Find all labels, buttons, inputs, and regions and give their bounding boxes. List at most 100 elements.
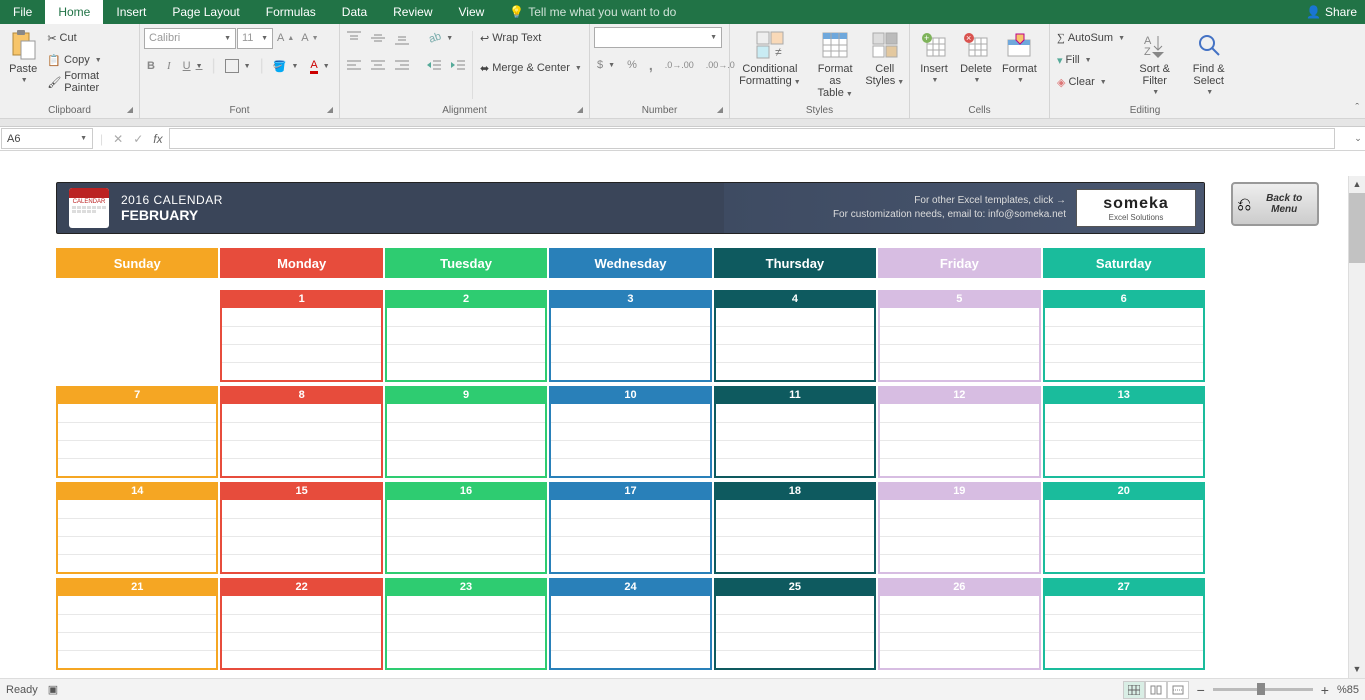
fx-icon[interactable]: fx xyxy=(153,132,162,146)
day-body[interactable] xyxy=(56,308,218,382)
dialog-launcher-icon[interactable]: ◢ xyxy=(127,105,133,114)
day-body[interactable] xyxy=(549,596,711,670)
day-body[interactable] xyxy=(1043,404,1205,478)
day-body[interactable] xyxy=(549,404,711,478)
back-to-menu-button[interactable]: ⎌ Back to Menu xyxy=(1231,182,1319,226)
cancel-icon[interactable]: ✕ xyxy=(113,132,123,146)
enter-icon[interactable]: ✓ xyxy=(133,132,143,146)
underline-button[interactable]: U▼ xyxy=(180,55,206,77)
calendar-day-cell[interactable]: 3 xyxy=(549,290,711,382)
zoom-in-button[interactable]: + xyxy=(1321,682,1329,698)
font-color-button[interactable]: A▼ xyxy=(307,55,332,77)
calendar-day-cell[interactable]: 24 xyxy=(549,578,711,670)
calendar-day-cell[interactable]: 5 xyxy=(878,290,1040,382)
spreadsheet-area[interactable]: CALENDAR 2016 CALENDAR FEBRUARY For othe… xyxy=(0,176,1365,678)
tab-formulas[interactable]: Formulas xyxy=(253,0,329,24)
cell-styles-button[interactable]: Cell Styles▼ xyxy=(865,27,905,89)
scroll-down-button[interactable]: ▼ xyxy=(1349,661,1365,678)
day-body[interactable] xyxy=(878,596,1040,670)
align-bottom-button[interactable] xyxy=(392,27,412,49)
align-top-button[interactable] xyxy=(344,27,364,49)
find-select-button[interactable]: Find & Select▼ xyxy=(1181,27,1236,98)
dialog-launcher-icon[interactable]: ◢ xyxy=(577,105,583,114)
dialog-launcher-icon[interactable]: ◢ xyxy=(327,105,333,114)
align-right-button[interactable] xyxy=(392,55,412,77)
day-body[interactable] xyxy=(56,596,218,670)
calendar-day-cell[interactable]: 10 xyxy=(549,386,711,478)
calendar-day-cell[interactable]: 26 xyxy=(878,578,1040,670)
calendar-day-cell[interactable]: 9 xyxy=(385,386,547,478)
formula-bar[interactable] xyxy=(169,128,1335,149)
day-body[interactable] xyxy=(385,308,547,382)
vertical-scrollbar[interactable]: ▲ ▼ xyxy=(1348,176,1365,678)
font-size-select[interactable]: 11▼ xyxy=(237,28,273,49)
calendar-day-cell[interactable]: 13 xyxy=(1043,386,1205,478)
page-layout-view-button[interactable] xyxy=(1145,681,1167,699)
calendar-day-cell[interactable]: 2 xyxy=(385,290,547,382)
calendar-day-cell[interactable]: 15 xyxy=(220,482,382,574)
conditional-formatting-button[interactable]: ≠ Conditional Formatting▼ xyxy=(734,27,806,89)
format-painter-button[interactable]: 🖌Format Painter xyxy=(44,71,135,93)
day-body[interactable] xyxy=(878,308,1040,382)
calendar-day-cell[interactable]: 17 xyxy=(549,482,711,574)
percent-button[interactable]: % xyxy=(624,54,640,76)
day-body[interactable] xyxy=(714,596,876,670)
day-body[interactable] xyxy=(878,500,1040,574)
calendar-day-cell[interactable]: 25 xyxy=(714,578,876,670)
insert-cells-button[interactable]: + Insert▼ xyxy=(914,27,954,86)
calendar-day-cell[interactable]: 27 xyxy=(1043,578,1205,670)
day-body[interactable] xyxy=(56,404,218,478)
zoom-out-button[interactable]: − xyxy=(1197,682,1205,698)
calendar-day-cell[interactable]: 20 xyxy=(1043,482,1205,574)
calendar-day-cell[interactable]: 23 xyxy=(385,578,547,670)
italic-button[interactable]: I xyxy=(164,55,174,77)
increase-indent-button[interactable] xyxy=(448,55,468,77)
calendar-day-cell[interactable]: 18 xyxy=(714,482,876,574)
tell-me-search[interactable]: 💡 Tell me what you want to do xyxy=(497,0,676,24)
format-cells-button[interactable]: Format▼ xyxy=(998,27,1041,86)
day-body[interactable] xyxy=(56,500,218,574)
calendar-day-cell[interactable]: 14 xyxy=(56,482,218,574)
day-body[interactable] xyxy=(385,500,547,574)
bold-button[interactable]: B xyxy=(144,55,158,77)
font-name-select[interactable]: Calibri▼ xyxy=(144,28,236,49)
increase-font-button[interactable]: A▲ xyxy=(274,27,297,49)
fill-button[interactable]: ▾Fill▼ xyxy=(1054,49,1128,71)
calendar-day-cell[interactable]: 1 xyxy=(220,290,382,382)
decrease-indent-button[interactable] xyxy=(424,55,444,77)
orientation-button[interactable]: ab▼ xyxy=(426,27,456,49)
scroll-thumb[interactable] xyxy=(1349,193,1365,263)
calendar-day-cell[interactable]: 22 xyxy=(220,578,382,670)
calendar-day-cell[interactable]: 12 xyxy=(878,386,1040,478)
dialog-launcher-icon[interactable]: ◢ xyxy=(717,105,723,114)
calendar-day-cell[interactable]: 19 xyxy=(878,482,1040,574)
paste-button[interactable]: Paste ▼ xyxy=(4,27,42,86)
scroll-track[interactable] xyxy=(1349,193,1365,661)
name-box[interactable]: A6▼ xyxy=(1,128,93,149)
accounting-format-button[interactable]: $▼ xyxy=(594,54,618,76)
align-middle-button[interactable] xyxy=(368,27,388,49)
decrease-font-button[interactable]: A▼ xyxy=(298,27,321,49)
day-body[interactable] xyxy=(385,404,547,478)
calendar-day-cell[interactable]: 16 xyxy=(385,482,547,574)
cut-button[interactable]: ✂Cut xyxy=(44,27,135,49)
sort-filter-button[interactable]: AZ Sort & Filter▼ xyxy=(1130,27,1179,98)
share-button[interactable]: 👤 Share xyxy=(1306,0,1357,24)
calendar-day-cell[interactable]: 7 xyxy=(56,386,218,478)
merge-center-button[interactable]: ⬌Merge & Center▼ xyxy=(477,57,585,79)
day-body[interactable] xyxy=(878,404,1040,478)
day-body[interactable] xyxy=(220,308,382,382)
calendar-day-cell[interactable]: 11 xyxy=(714,386,876,478)
day-body[interactable] xyxy=(549,308,711,382)
tab-page-layout[interactable]: Page Layout xyxy=(159,0,252,24)
align-center-button[interactable] xyxy=(368,55,388,77)
day-body[interactable] xyxy=(1043,500,1205,574)
calendar-day-cell[interactable]: 4 xyxy=(714,290,876,382)
calendar-day-cell[interactable]: 8 xyxy=(220,386,382,478)
macro-record-icon[interactable]: ▣ xyxy=(48,683,58,696)
wrap-text-button[interactable]: ↩Wrap Text xyxy=(477,27,585,49)
calendar-day-cell[interactable]: 6 xyxy=(1043,290,1205,382)
calendar-day-cell[interactable]: 21 xyxy=(56,578,218,670)
day-body[interactable] xyxy=(1043,308,1205,382)
tab-home[interactable]: Home xyxy=(45,0,103,24)
